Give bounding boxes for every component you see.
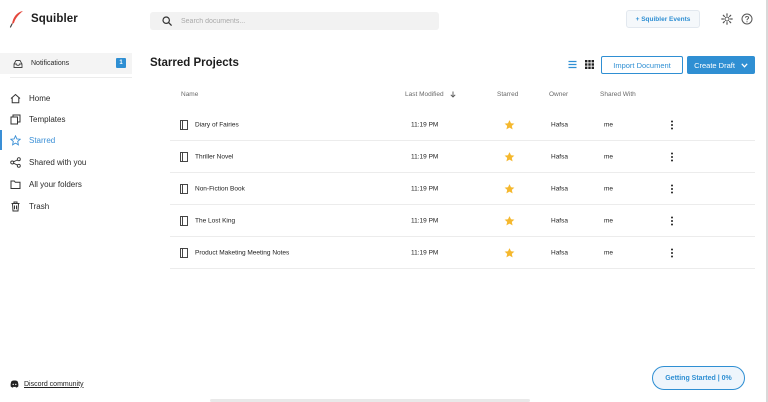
app-logo[interactable]: Squibler	[9, 10, 78, 28]
folder-icon	[10, 180, 21, 189]
last-modified: 11:19 PM	[411, 185, 439, 192]
more-options-icon[interactable]	[670, 248, 674, 258]
templates-icon	[10, 114, 21, 124]
getting-started-button[interactable]: Getting Started | 0%	[652, 366, 745, 390]
sidebar-item-label: All your folders	[29, 179, 82, 189]
book-icon	[180, 183, 188, 194]
shared-with: me	[604, 249, 614, 256]
starred-star-icon[interactable]	[504, 215, 515, 226]
sidebar-notifications[interactable]: Notifications 1	[0, 53, 132, 74]
squibler-events-button[interactable]: + Squibler Events	[626, 10, 700, 28]
owner-name: Hafsa	[551, 217, 568, 224]
create-draft-label: Create Draft	[694, 60, 735, 70]
notification-count-badge: 1	[116, 58, 126, 68]
book-icon	[180, 119, 188, 130]
starred-star-icon[interactable]	[504, 119, 515, 130]
more-options-icon[interactable]	[670, 184, 674, 194]
more-options-icon[interactable]	[670, 152, 674, 162]
shared-with: me	[604, 121, 614, 128]
shared-with: me	[604, 217, 614, 224]
table-row[interactable]: Non-Fiction Book 11:19 PM Hafsa me	[170, 173, 755, 205]
column-header-owner[interactable]: Owner	[549, 91, 568, 98]
sidebar-item-label: Shared with you	[29, 157, 87, 167]
book-icon	[180, 247, 188, 258]
column-header-label: Starred	[497, 91, 519, 98]
grid-view-icon[interactable]	[585, 60, 594, 69]
sidebar-item-shared[interactable]: Shared with you	[0, 152, 132, 172]
create-draft-button[interactable]: Create Draft	[687, 56, 755, 74]
help-icon[interactable]	[741, 13, 753, 25]
column-header-starred[interactable]: Starred	[497, 91, 518, 98]
table-row[interactable]: Thriller Novel 11:19 PM Hafsa me	[170, 141, 755, 173]
sidebar-item-label: Trash	[29, 201, 50, 211]
document-name[interactable]: Diary of Fairies	[195, 121, 239, 128]
owner-name: Hafsa	[551, 249, 568, 256]
page-title: Starred Projects	[150, 57, 239, 69]
quill-logo-icon	[9, 11, 23, 28]
inbox-icon	[13, 59, 23, 68]
more-options-icon[interactable]	[670, 216, 674, 226]
sort-arrow-down-icon	[450, 91, 456, 98]
search-icon	[162, 16, 172, 26]
import-document-button[interactable]: Import Document	[601, 56, 683, 74]
column-header-label: Shared With	[600, 91, 636, 98]
app-name: Squibler	[31, 13, 78, 25]
sidebar-item-label: Starred	[29, 135, 56, 145]
discord-community-label[interactable]: Discord community	[24, 381, 84, 388]
column-header-shared-with[interactable]: Shared With	[600, 91, 636, 98]
starred-star-icon[interactable]	[504, 183, 515, 194]
chevron-down-icon	[741, 62, 748, 68]
list-view-icon[interactable]	[568, 60, 577, 69]
document-name[interactable]: The Lost King	[195, 217, 235, 224]
sidebar-item-starred[interactable]: Starred	[0, 130, 132, 150]
share-icon	[10, 156, 21, 168]
sidebar-item-folders[interactable]: All your folders	[0, 174, 132, 194]
notifications-label: Notifications	[31, 60, 70, 67]
table-row[interactable]: The Lost King 11:19 PM Hafsa me	[170, 205, 755, 237]
discord-icon	[10, 380, 19, 388]
sidebar-divider	[10, 77, 132, 78]
more-options-icon[interactable]	[670, 120, 674, 130]
sidebar-item-home[interactable]: Home	[0, 88, 132, 108]
last-modified: 11:19 PM	[411, 217, 439, 224]
column-header-label: Last Modified	[405, 91, 444, 98]
document-name[interactable]: Product Maketing Meeting Notes	[195, 249, 289, 256]
document-name[interactable]: Non-Fiction Book	[195, 185, 245, 192]
trash-icon	[11, 201, 20, 211]
shared-with: me	[604, 185, 614, 192]
last-modified: 11:19 PM	[411, 249, 439, 256]
book-icon	[180, 215, 188, 226]
column-header-name[interactable]: Name	[181, 91, 198, 98]
last-modified: 11:19 PM	[411, 121, 439, 128]
search-bar[interactable]	[150, 12, 439, 30]
table-row[interactable]: Product Maketing Meeting Notes 11:19 PM …	[170, 237, 755, 269]
sidebar-item-label: Templates	[29, 114, 66, 124]
discord-community-link[interactable]: Discord community	[10, 380, 84, 388]
owner-name: Hafsa	[551, 121, 568, 128]
sidebar-item-trash[interactable]: Trash	[0, 196, 132, 216]
shared-with: me	[604, 153, 614, 160]
search-input[interactable]	[181, 17, 421, 25]
column-header-label: Owner	[549, 91, 569, 98]
table-row[interactable]: Diary of Fairies 11:19 PM Hafsa me	[170, 109, 755, 141]
owner-name: Hafsa	[551, 153, 568, 160]
starred-star-icon[interactable]	[504, 151, 515, 162]
book-icon	[180, 151, 188, 162]
column-header-label: Name	[181, 91, 199, 98]
last-modified: 11:19 PM	[411, 153, 439, 160]
owner-name: Hafsa	[551, 185, 568, 192]
starred-star-icon[interactable]	[504, 247, 515, 258]
home-icon	[10, 93, 21, 103]
sidebar-item-templates[interactable]: Templates	[0, 109, 132, 129]
gear-icon[interactable]	[721, 13, 733, 25]
document-name[interactable]: Thriller Novel	[195, 153, 233, 160]
sidebar-item-label: Home	[29, 93, 51, 103]
column-header-last-modified[interactable]: Last Modified	[405, 91, 456, 98]
star-icon	[10, 134, 21, 146]
